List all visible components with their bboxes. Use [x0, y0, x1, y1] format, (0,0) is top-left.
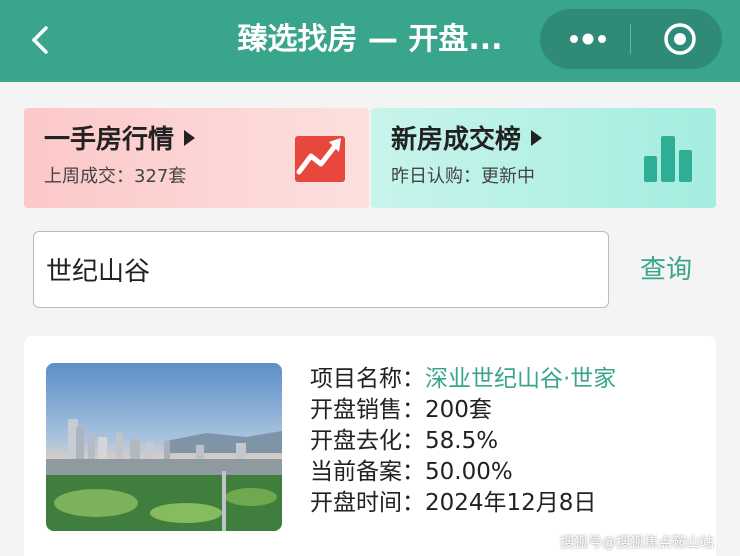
search-button[interactable]: 查询 [640, 252, 692, 288]
mini-program-capsule [540, 9, 722, 69]
card-subtitle: 昨日认购：更新中 [391, 166, 535, 187]
opening-sales-row: 开盘销售：200套 [310, 397, 492, 423]
card-subtitle: 上周成交：327套 [44, 166, 187, 187]
close-target-icon[interactable] [650, 19, 710, 59]
card-title: 一手房行情 [44, 122, 196, 158]
capsule-divider [630, 24, 631, 54]
new-house-market-card[interactable]: 一手房行情 上周成交：327套 [24, 108, 369, 208]
top-bar: 臻选找房 — 开盘... [0, 0, 740, 82]
play-triangle-icon [531, 130, 543, 146]
project-photo [46, 363, 282, 531]
back-arrow-icon[interactable] [26, 20, 56, 60]
filing-rate-row: 当前备案：50.00% [310, 459, 513, 485]
play-triangle-icon [184, 130, 196, 146]
absorption-rate-row: 开盘去化：58.5% [310, 428, 499, 454]
project-name-link[interactable]: 深业世纪山谷·世家 [425, 366, 616, 392]
opening-date-row: 开盘时间：2024年12月8日 [310, 490, 597, 516]
trend-chart-icon [295, 136, 345, 182]
card-title: 新房成交榜 [391, 122, 543, 158]
bar-chart-icon [644, 136, 692, 182]
search-input[interactable] [33, 231, 609, 308]
more-menu-icon[interactable] [558, 19, 618, 59]
new-house-ranking-card[interactable]: 新房成交榜 昨日认购：更新中 [371, 108, 716, 208]
project-card[interactable]: 项目名称：深业世纪山谷·世家 开盘销售：200套 开盘去化：58.5% 当前备案… [24, 336, 716, 556]
page-title: 臻选找房 — 开盘... [237, 22, 503, 57]
project-name-row: 项目名称：深业世纪山谷·世家 [310, 366, 617, 392]
watermark: 搜狐号@搜狐焦点鞍山站 [560, 535, 714, 551]
project-info: 项目名称：深业世纪山谷·世家 开盘销售：200套 开盘去化：58.5% 当前备案… [310, 364, 616, 519]
